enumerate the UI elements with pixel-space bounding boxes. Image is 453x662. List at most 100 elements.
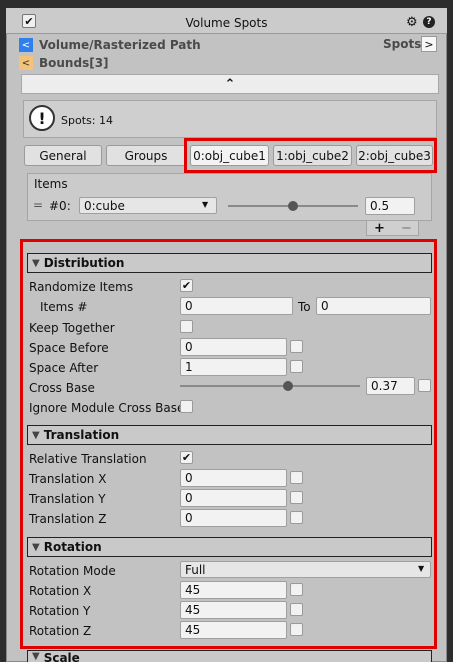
keep-together-checkbox[interactable] (180, 320, 193, 333)
translation-header[interactable]: ▼ Translation (27, 425, 432, 445)
rotation-y-value: 45 (185, 603, 201, 617)
cross-base-label: Cross Base (29, 381, 95, 395)
space-after-input[interactable]: 1 (180, 358, 287, 376)
warning-icon: ! (29, 105, 55, 131)
space-after-label: Space After (29, 361, 99, 375)
dropdown-arrow-icon: ▼ (202, 200, 209, 209)
rotation-y-input[interactable]: 45 (180, 601, 287, 619)
items-title: Items (34, 177, 68, 191)
items-num-label: Items # (40, 300, 88, 314)
item-select-value: 0:cube (84, 198, 125, 213)
keep-together-label: Keep Together (29, 321, 115, 335)
translation-y-label: Translation Y (29, 492, 106, 506)
triangle-down-icon: ▼ (32, 429, 40, 441)
distribution-header[interactable]: ▼ Distribution (27, 253, 432, 273)
checkmark-icon: ✔ (181, 279, 192, 292)
item-weight-value: 0.5 (370, 199, 390, 213)
rotation-title: Rotation (43, 540, 102, 554)
items-to-input[interactable]: 0 (316, 297, 431, 315)
translation-x-value: 0 (185, 471, 193, 485)
help-icon[interactable]: ? (423, 16, 435, 28)
rotation-x-toggle[interactable] (290, 583, 303, 596)
path-link[interactable]: Volume/Rasterized Path (39, 38, 201, 52)
cross-base-slider[interactable] (180, 385, 360, 387)
cross-base-toggle[interactable] (418, 379, 431, 392)
cross-base-value: 0.37 (371, 379, 398, 393)
translation-y-toggle[interactable] (290, 491, 303, 504)
drag-handle-icon[interactable]: = (33, 198, 43, 212)
randomize-items-label: Randomize Items (29, 280, 134, 294)
spots-count-text: Spots: 14 (61, 114, 113, 127)
randomize-items-checkbox[interactable]: ✔ (180, 279, 193, 292)
rotation-z-label: Rotation Z (29, 624, 92, 638)
back-arrow-button[interactable]: < (19, 38, 33, 52)
tab-obj-cube3[interactable]: 2:obj_cube3 (356, 145, 433, 166)
space-before-toggle[interactable] (290, 340, 303, 353)
tab-general[interactable]: General (24, 145, 102, 166)
rotation-mode-select[interactable]: Full (180, 561, 431, 578)
triangle-down-icon: ▼ (32, 257, 40, 269)
space-before-input[interactable]: 0 (180, 338, 287, 356)
translation-x-label: Translation X (29, 472, 107, 486)
relative-translation-label: Relative Translation (29, 452, 147, 466)
translation-x-input[interactable]: 0 (180, 469, 287, 487)
cross-base-slider-thumb[interactable] (283, 381, 293, 391)
translation-x-toggle[interactable] (290, 471, 303, 484)
rotation-z-toggle[interactable] (290, 623, 303, 636)
rotation-mode-label: Rotation Mode (29, 564, 116, 578)
component-title: Volume Spots (185, 16, 268, 30)
items-from-input[interactable]: 0 (180, 297, 293, 315)
tab-obj-cube2[interactable]: 1:obj_cube2 (273, 145, 352, 166)
cross-base-input[interactable]: 0.37 (366, 377, 415, 395)
translation-y-input[interactable]: 0 (180, 489, 287, 507)
translation-y-value: 0 (185, 491, 193, 505)
tab-groups[interactable]: Groups (106, 145, 186, 166)
remove-item-button[interactable]: − (401, 221, 412, 236)
space-before-label: Space Before (29, 341, 109, 355)
items-to-value: 0 (321, 299, 329, 313)
checkmark-icon: ✔ (181, 451, 192, 464)
rotation-y-toggle[interactable] (290, 603, 303, 616)
item-weight-input[interactable]: 0.5 (365, 197, 415, 215)
tab-obj-cube1[interactable]: 0:obj_cube1 (190, 145, 269, 166)
bounds-link[interactable]: Bounds[3] (39, 56, 109, 70)
gear-icon[interactable]: ⚙ (406, 15, 418, 30)
ignore-cross-base-label: Ignore Module Cross Base (29, 401, 185, 415)
item-select[interactable]: 0:cube (79, 197, 217, 214)
bounds-nav-row: < Bounds[3] (19, 54, 439, 72)
distribution-title: Distribution (43, 256, 125, 270)
items-from-value: 0 (185, 299, 193, 313)
add-item-button[interactable]: + (374, 221, 385, 236)
to-label: To (298, 300, 311, 314)
relative-translation-checkbox[interactable]: ✔ (180, 451, 193, 464)
item-weight-slider-thumb[interactable] (288, 201, 298, 211)
spots-link[interactable]: Spots (383, 37, 421, 51)
ignore-cross-base-checkbox[interactable] (180, 400, 193, 413)
forward-arrow-button[interactable]: > (421, 36, 437, 52)
chevron-up-icon: ⌃ (224, 76, 236, 92)
translation-z-input[interactable]: 0 (180, 509, 287, 527)
triangle-down-icon: ▼ (32, 541, 40, 553)
bounds-back-button[interactable]: < (19, 56, 33, 70)
path-nav-row: < Volume/Rasterized Path (19, 36, 439, 54)
translation-z-label: Translation Z (29, 512, 107, 526)
space-after-value: 1 (185, 360, 193, 374)
space-after-toggle[interactable] (290, 360, 303, 373)
scale-title: Scale (43, 651, 80, 662)
rotation-z-value: 45 (185, 623, 201, 637)
translation-z-value: 0 (185, 511, 193, 525)
space-before-value: 0 (185, 340, 193, 354)
translation-title: Translation (43, 428, 120, 442)
rotation-x-input[interactable]: 45 (180, 581, 287, 599)
rotation-x-value: 45 (185, 583, 201, 597)
rotation-x-label: Rotation X (29, 584, 92, 598)
rotation-z-input[interactable]: 45 (180, 621, 287, 639)
scale-header[interactable]: ▼ Scale (27, 650, 432, 662)
rotation-header[interactable]: ▼ Rotation (27, 537, 432, 557)
translation-z-toggle[interactable] (290, 511, 303, 524)
collapse-button[interactable]: ⌃ (21, 74, 439, 94)
item-row-index: #0: (49, 199, 71, 213)
dropdown-arrow-icon: ▼ (418, 564, 425, 573)
rotation-mode-value: Full (185, 562, 206, 577)
rotation-y-label: Rotation Y (29, 604, 91, 618)
